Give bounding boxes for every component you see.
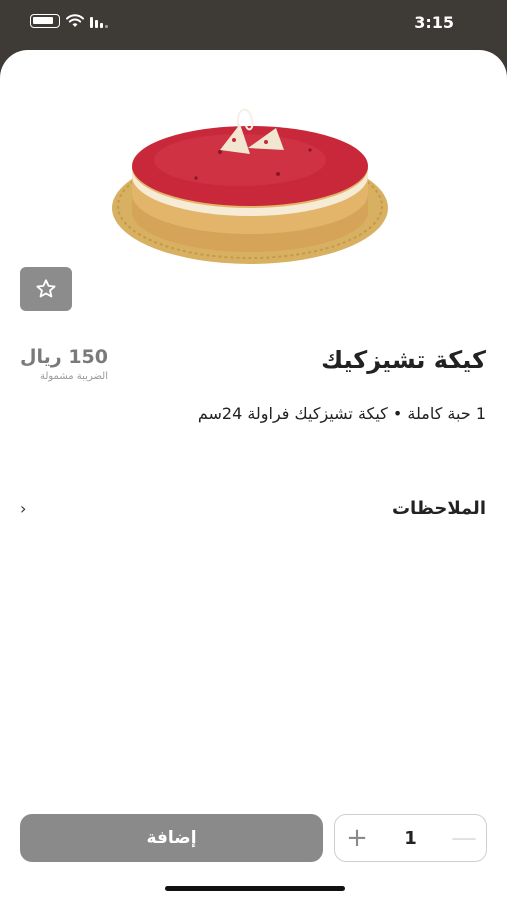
quantity-value: 1 [404,827,417,849]
plus-icon[interactable]: + [335,815,379,861]
notes-label: الملاحظات [391,497,486,519]
status-bar: 3:15 [0,0,507,50]
wifi-icon [66,14,84,27]
add-to-cart-button[interactable]: إضافة [20,814,323,862]
star-icon [36,279,56,298]
product-sheet: كيكة تشيزكيك 150 ريال الضريبة مشمولة 1 ح… [0,50,507,900]
status-icons [30,14,108,28]
favorite-button[interactable] [20,267,72,311]
status-time: 3:15 [414,13,454,32]
product-description: 1 حبة كاملة • كيكة تشيزكيك فراولة 24سم [197,404,486,423]
product-title: كيكة تشيزكيك [321,346,486,374]
notes-row[interactable]: › الملاحظات [20,493,486,523]
minus-icon[interactable]: — [442,815,486,861]
signal-icon [90,14,108,28]
tax-note: الضريبة مشمولة [39,371,108,382]
battery-icon [30,14,60,28]
home-indicator [165,886,345,891]
cheesecake-image [112,108,388,264]
product-price: 150 ريال [20,346,108,368]
price-block: 150 ريال الضريبة مشمولة [20,346,108,382]
quantity-stepper: + 1 — [334,814,487,862]
chevron-right-icon: › [20,498,27,518]
